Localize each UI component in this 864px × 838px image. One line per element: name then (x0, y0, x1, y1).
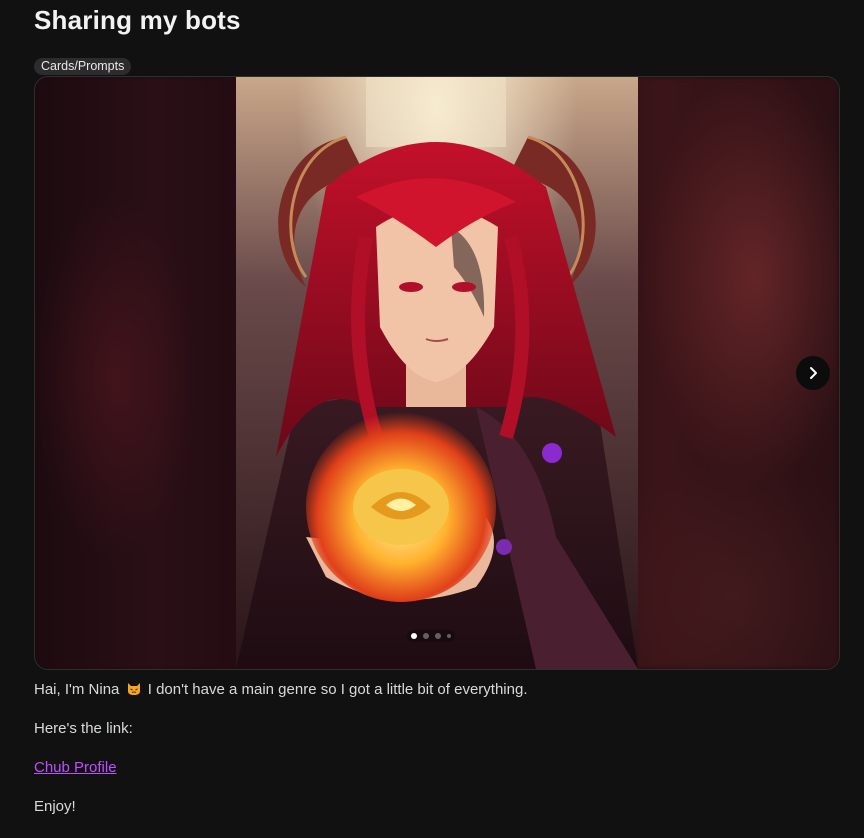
post-flair[interactable]: Cards/Prompts (34, 58, 132, 75)
gallery-dot-4[interactable] (447, 634, 451, 638)
post-title: Sharing my bots (34, 5, 241, 35)
gallery-next-button[interactable] (796, 356, 830, 390)
gallery-image[interactable] (236, 77, 638, 669)
link-intro: Here's the link: (34, 720, 133, 737)
cat-face-icon (127, 683, 140, 695)
gallery-dot-1[interactable] (411, 633, 417, 639)
image-gallery[interactable] (34, 76, 840, 670)
post-intro: Hai, I'm Nina I don't have a main genre … (34, 681, 528, 698)
gallery-pagination (407, 630, 455, 642)
chub-profile-link[interactable]: Chub Profile (34, 759, 117, 776)
gallery-dot-3[interactable] (435, 633, 441, 639)
link-paragraph: Chub Profile (34, 758, 834, 778)
post-body: Hai, I'm Nina I don't have a main genre … (34, 680, 834, 836)
gallery-dot-2[interactable] (423, 633, 429, 639)
chevron-right-icon (810, 367, 817, 379)
closing-text: Enjoy! (34, 798, 76, 815)
